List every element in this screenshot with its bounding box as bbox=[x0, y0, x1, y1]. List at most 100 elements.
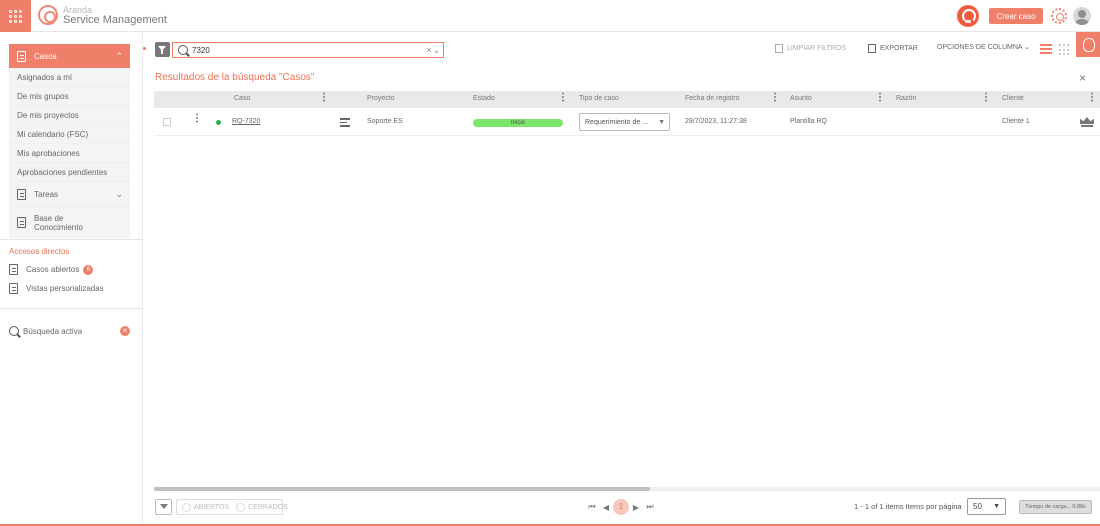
dropdown-caret-icon: ▼ bbox=[658, 118, 665, 126]
export-button[interactable]: EXPORTAR bbox=[868, 44, 918, 53]
tasks-icon bbox=[17, 188, 26, 200]
shortcut-label: Vistas personalizadas bbox=[26, 284, 104, 293]
close-results-icon[interactable]: × bbox=[1079, 71, 1086, 85]
results-title: Resultados de la búsqueda "Casos" bbox=[155, 72, 315, 83]
sidebar-item-approvals[interactable]: Mis aprobaciones bbox=[9, 144, 130, 163]
case-type-select[interactable]: Requerimiento de ... ▼ bbox=[579, 113, 670, 131]
sidebar-item-calendar[interactable]: Mi calendario (FSC) bbox=[9, 125, 130, 144]
dropdown-caret-icon: ▼ bbox=[993, 503, 1000, 510]
avatar[interactable] bbox=[1073, 7, 1091, 25]
column-case-menu-icon[interactable]: ⋮ bbox=[319, 93, 329, 103]
page-size-value: 50 bbox=[973, 502, 982, 511]
search-input-box[interactable]: × ⌄ bbox=[172, 42, 444, 58]
filter-clear-icon bbox=[775, 44, 783, 53]
assistant-tab-icon[interactable] bbox=[1076, 32, 1100, 57]
footer-filter-icon[interactable] bbox=[155, 499, 172, 515]
create-case-button[interactable]: Crear caso bbox=[989, 8, 1043, 24]
top-bar: Aranda Service Management Crear caso bbox=[0, 0, 1100, 32]
active-search-item[interactable]: Búsqueda activa × bbox=[9, 323, 130, 339]
chevron-down-icon: ⌄ bbox=[1024, 44, 1031, 51]
sidebar-item-my-groups[interactable]: De mis grupos bbox=[9, 87, 130, 106]
sidebar-section-label: Casos bbox=[34, 51, 57, 61]
column-reason-menu-icon[interactable]: ⋮ bbox=[981, 93, 991, 103]
results-table-header: Caso ⋮ Proyecto Estado ⋮ Tipo de caso Fe… bbox=[154, 91, 1100, 108]
column-subject[interactable]: Asunto bbox=[790, 95, 812, 102]
export-icon bbox=[868, 44, 876, 53]
clear-filters-label: LIMPIAR FILTROS bbox=[787, 45, 846, 52]
crown-icon bbox=[1079, 116, 1095, 127]
status-badge: Inicio bbox=[473, 119, 563, 127]
sidebar-item-my-projects[interactable]: De mis proyectos bbox=[9, 106, 130, 125]
column-options-button[interactable]: OPCIONES DE COLUMNA ⌄ bbox=[937, 43, 1030, 51]
sidebar-item-pending-approvals[interactable]: Aprobaciones pendientes bbox=[9, 163, 130, 182]
open-cases-badge: 6 bbox=[83, 264, 94, 275]
scroll-thumb[interactable] bbox=[154, 487, 650, 491]
page-info: 1 - 1 of 1 items Items por página bbox=[854, 502, 962, 511]
column-client-menu-icon[interactable]: ⋮ bbox=[1087, 93, 1097, 103]
filter-icon[interactable] bbox=[155, 42, 170, 57]
next-page-icon[interactable]: ▶ bbox=[629, 503, 643, 512]
first-page-icon[interactable]: ⏮ bbox=[585, 502, 599, 512]
column-client[interactable]: Cliente bbox=[1002, 95, 1024, 102]
brand-text: Aranda Service Management bbox=[63, 5, 167, 26]
grid-view-icon[interactable] bbox=[1059, 44, 1071, 56]
column-project[interactable]: Proyecto bbox=[367, 95, 395, 102]
column-date[interactable]: Fecha de registro bbox=[685, 95, 739, 102]
table-row[interactable]: ⋮ RQ-7320 Soporte ES Inicio Requerimient… bbox=[154, 108, 1100, 136]
search-input[interactable] bbox=[192, 45, 422, 55]
subject-cell: Plantilla RQ bbox=[790, 118, 827, 125]
horizontal-scrollbar[interactable] bbox=[154, 487, 1100, 491]
column-case-type[interactable]: Tipo de caso bbox=[579, 95, 619, 102]
sidebar-item-knowledge-base[interactable]: Base de Conocimiento bbox=[9, 207, 130, 238]
list-view-icon[interactable] bbox=[1040, 44, 1052, 54]
cases-document-icon bbox=[17, 50, 26, 62]
sidebar-divider bbox=[0, 308, 143, 309]
column-subject-menu-icon[interactable]: ⋮ bbox=[875, 93, 885, 103]
clear-search-icon[interactable]: × bbox=[426, 45, 431, 55]
case-link[interactable]: RQ-7320 bbox=[232, 118, 260, 125]
details-lines-icon[interactable] bbox=[340, 118, 350, 127]
column-status[interactable]: Estado bbox=[473, 95, 495, 102]
custom-views-icon bbox=[9, 283, 18, 294]
apps-grid-icon[interactable] bbox=[0, 0, 31, 32]
pagination: ⏮ ◀ 1 ▶ ⏭ bbox=[585, 499, 657, 515]
search-icon bbox=[178, 45, 188, 55]
sidebar-item-tasks[interactable]: Tareas ⌄ bbox=[9, 182, 130, 207]
gear-icon[interactable] bbox=[1051, 8, 1067, 24]
status-dot-icon bbox=[216, 120, 221, 125]
sidebar-collapse-indicator[interactable] bbox=[143, 47, 146, 50]
shortcuts-title: Accesos directos bbox=[9, 247, 70, 256]
row-checkbox[interactable] bbox=[163, 118, 171, 126]
closed-radio[interactable]: CERRADOS bbox=[236, 503, 288, 512]
sidebar-section-cases[interactable]: Casos ⌃ bbox=[9, 44, 130, 68]
client-cell: Cliente 1 bbox=[1002, 118, 1030, 125]
open-closed-toggle: ABIERTOS CERRADOS bbox=[176, 499, 288, 515]
close-active-search-icon[interactable]: × bbox=[120, 326, 130, 336]
case-type-value: Requerimiento de ... bbox=[585, 118, 649, 126]
column-case[interactable]: Caso bbox=[234, 95, 250, 102]
shortcut-label: Casos abiertos bbox=[26, 265, 80, 274]
sidebar: Casos ⌃ Asignados a mí De mis grupos De … bbox=[0, 32, 143, 526]
column-status-menu-icon[interactable]: ⋮ bbox=[558, 93, 568, 103]
sidebar-item-assigned[interactable]: Asignados a mí bbox=[9, 68, 130, 87]
tasks-label: Tareas bbox=[34, 189, 59, 199]
apps-grid-dots bbox=[9, 9, 22, 23]
shortcut-open-cases[interactable]: Casos abiertos 6 bbox=[9, 264, 94, 275]
last-page-icon[interactable]: ⏭ bbox=[643, 502, 657, 512]
page-size-select[interactable]: 50 ▼ bbox=[967, 498, 1006, 515]
chevron-up-icon: ⌃ bbox=[115, 50, 123, 61]
open-radio[interactable]: ABIERTOS bbox=[182, 503, 229, 512]
column-date-menu-icon[interactable]: ⋮ bbox=[770, 93, 780, 103]
project-cell: Soporte ES bbox=[367, 118, 403, 125]
row-actions-icon[interactable]: ⋮ bbox=[192, 114, 202, 124]
shortcut-custom-views[interactable]: Vistas personalizadas bbox=[9, 283, 104, 294]
support-headset-icon[interactable] bbox=[957, 5, 979, 27]
search-actions: × ⌄ bbox=[426, 45, 440, 56]
load-time-badge: Tiempo de carga... 0.88s bbox=[1019, 500, 1092, 514]
clear-filters-button[interactable]: LIMPIAR FILTROS bbox=[775, 44, 846, 53]
active-search-label: Búsqueda activa bbox=[23, 326, 83, 336]
current-page[interactable]: 1 bbox=[613, 499, 629, 515]
column-reason[interactable]: Razón bbox=[896, 95, 916, 102]
previous-page-icon[interactable]: ◀ bbox=[599, 503, 613, 512]
chevron-down-icon[interactable]: ⌄ bbox=[432, 45, 440, 56]
